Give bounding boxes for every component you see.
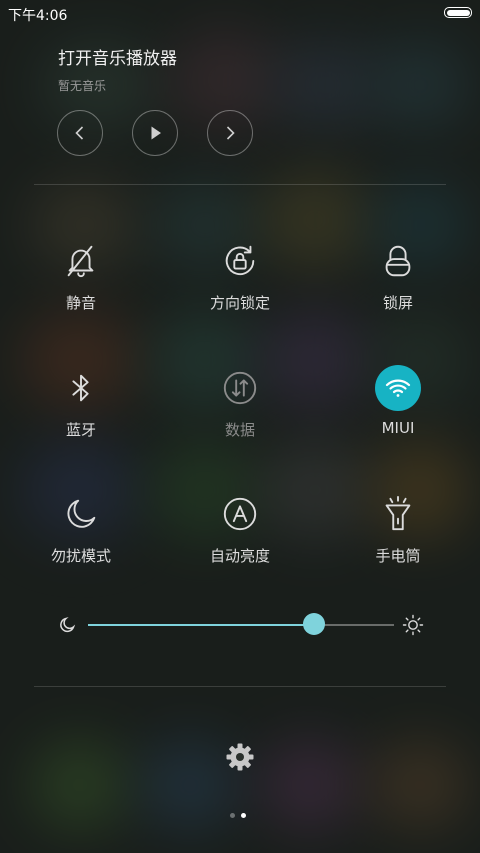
previous-icon (75, 126, 84, 140)
toggle-mute[interactable]: 静音 (21, 238, 141, 313)
toggle-lock-screen[interactable]: 锁屏 (338, 238, 458, 313)
mobile-data-icon (217, 365, 263, 411)
gear-icon[interactable] (225, 742, 255, 772)
moon-small-icon (60, 617, 76, 633)
toggle-bluetooth[interactable]: 蓝牙 (21, 365, 141, 440)
play-icon (151, 126, 161, 140)
toggle-label: 数据 (224, 421, 255, 439)
toggle-label: 蓝牙 (65, 421, 96, 439)
divider (34, 184, 446, 185)
toggle-mobile-data[interactable]: 数据 (180, 365, 300, 440)
music-player[interactable]: 打开音乐播放器 暂无音乐 (58, 44, 177, 94)
music-title[interactable]: 打开音乐播放器 (58, 44, 177, 69)
page-dot-active (241, 813, 246, 818)
previous-button[interactable] (57, 110, 103, 156)
brightness-track[interactable] (88, 624, 394, 626)
toggle-label: 方向锁定 (209, 294, 270, 312)
next-button[interactable] (207, 110, 253, 156)
toggle-label: 锁屏 (382, 294, 413, 312)
status-time: 下午4:06 (8, 8, 68, 24)
status-bar: 下午4:06 (0, 0, 480, 26)
page-indicator (230, 813, 246, 818)
divider (34, 686, 446, 687)
auto-brightness-icon (217, 491, 263, 537)
music-subtitle: 暂无音乐 (58, 79, 107, 93)
toggle-label: 勿扰模式 (50, 547, 111, 565)
bluetooth-icon (58, 365, 104, 411)
toggle-label: 手电筒 (375, 547, 421, 565)
play-button[interactable] (132, 110, 178, 156)
brightness-slider[interactable] (58, 612, 424, 638)
flashlight-icon (375, 491, 421, 537)
toggle-rotation-lock[interactable]: 方向锁定 (180, 238, 300, 313)
next-icon (226, 126, 235, 140)
brightness-thumb[interactable] (303, 613, 326, 635)
battery-full-icon (444, 7, 472, 18)
sun-icon (402, 614, 424, 636)
bell-off-icon (58, 238, 104, 284)
toggle-auto-brightness[interactable]: 自动亮度 (180, 491, 300, 566)
toggle-wifi[interactable]: MIUI (338, 365, 458, 437)
toggle-flashlight[interactable]: 手电筒 (338, 491, 458, 566)
brightness-fill (88, 624, 315, 626)
rotation-lock-icon (217, 238, 263, 284)
wifi-icon (375, 365, 421, 411)
toggle-do-not-disturb[interactable]: 勿扰模式 (21, 491, 141, 566)
lock-icon (375, 238, 421, 284)
page-dot (230, 813, 235, 818)
moon-icon (58, 491, 104, 537)
toggle-label: 静音 (65, 294, 96, 312)
toggle-label: MIUI (381, 419, 415, 437)
toggle-label: 自动亮度 (209, 547, 270, 565)
